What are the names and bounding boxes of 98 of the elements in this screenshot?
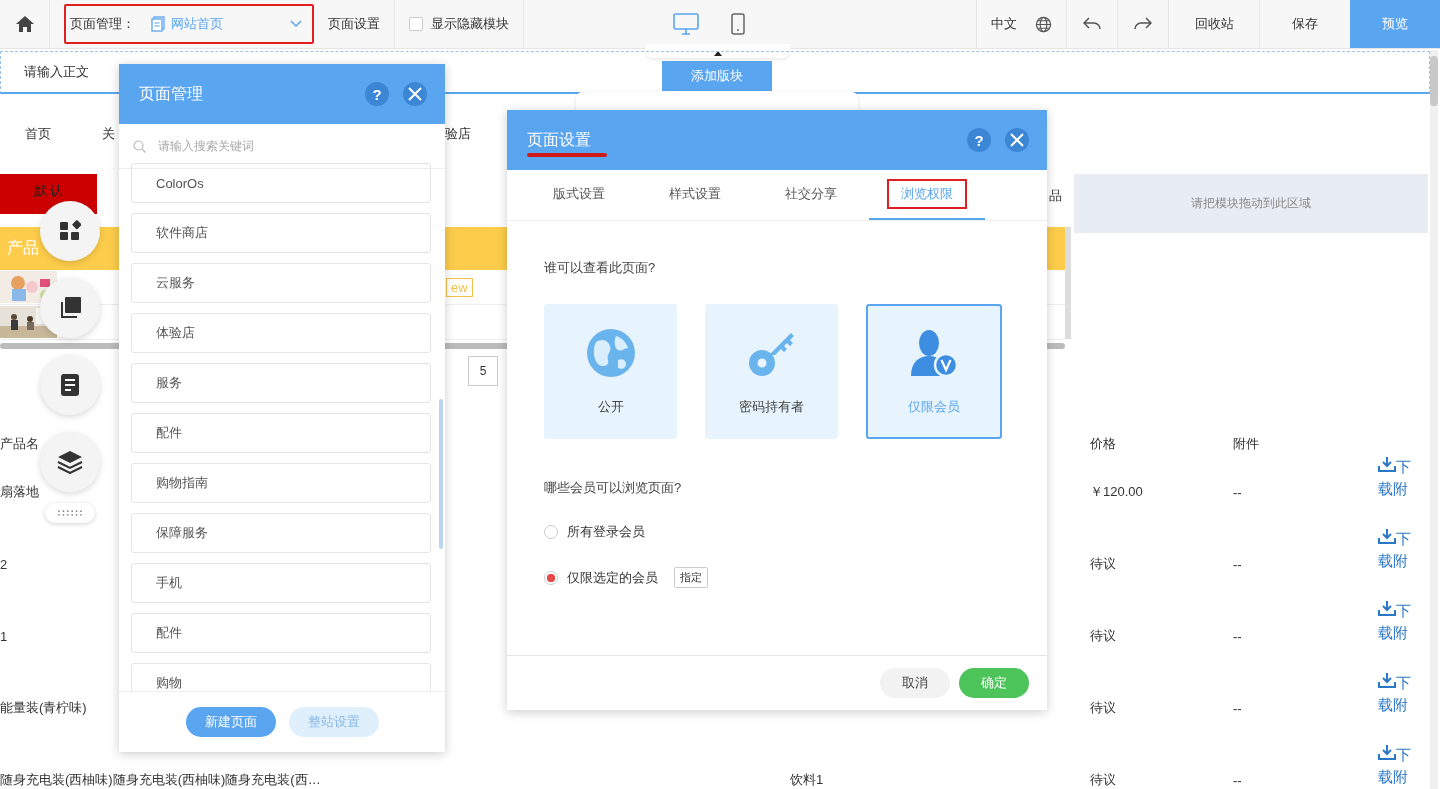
column-header: 附件: [1233, 435, 1259, 451]
page-list-item[interactable]: 云服务: [131, 263, 431, 303]
column-header: 产品名: [0, 435, 39, 451]
member-icon: [909, 327, 959, 378]
table-cell: --: [1233, 484, 1242, 500]
page-list-item[interactable]: 购物指南: [131, 463, 431, 503]
table-cell: 能量装(青柠味): [0, 700, 87, 715]
layers-icon: [57, 450, 83, 474]
table-cell: 1: [0, 628, 8, 644]
banner-title: 产品: [7, 238, 39, 258]
drop-zone-hint: 请把模块拖动到此区域: [1191, 195, 1311, 212]
document-icon: [60, 373, 80, 397]
apps-icon: [59, 220, 81, 242]
page-list-item[interactable]: 体验店: [131, 313, 431, 353]
chevron-icon: [290, 20, 302, 28]
assign-button[interactable]: 指定: [674, 567, 708, 588]
document-button[interactable]: [40, 355, 100, 415]
page-list-item[interactable]: 服务: [131, 363, 431, 403]
globe-icon: [585, 327, 636, 378]
table-cell: 待议: [1090, 556, 1116, 571]
table-cell: --: [1233, 700, 1242, 716]
table-cell: --: [1233, 556, 1242, 572]
page-settings-button[interactable]: 页面设置: [314, 0, 394, 48]
help-button[interactable]: ?: [967, 128, 991, 152]
download-link[interactable]: 下载附: [1378, 744, 1414, 788]
search-field[interactable]: 请输入搜索关键词: [156, 138, 445, 154]
drag-handle[interactable]: [45, 503, 95, 523]
nav-item[interactable]: 关: [102, 125, 115, 143]
cancel-button[interactable]: 取消: [880, 668, 950, 698]
globe-icon[interactable]: [1035, 15, 1052, 33]
column-header: 价格: [1090, 435, 1116, 451]
redo-icon: [1134, 17, 1152, 31]
home-icon: [14, 15, 35, 33]
table-cell: ￥120.00: [1090, 484, 1143, 499]
page-label: 页面管理：: [70, 15, 135, 33]
caret-icon: [713, 51, 722, 56]
table-cell: 待议: [1090, 700, 1116, 715]
access-option-card[interactable]: 密码持有者: [705, 304, 838, 439]
table-cell: 随身充电装(西柚味)随身充电装(西柚味)随身充电装(西…: [0, 772, 321, 787]
body-text-placeholder: 请输入正文: [24, 63, 89, 81]
close-icon: [408, 87, 422, 101]
close-button[interactable]: [1005, 128, 1029, 152]
table-cell: 2: [0, 556, 8, 572]
question-text: 哪些会员可以浏览页面?: [544, 479, 683, 497]
download-link[interactable]: 下载附: [1378, 456, 1414, 500]
page-list-item[interactable]: 配件: [131, 413, 431, 453]
download-icon: [1378, 672, 1396, 688]
download-icon: [1378, 456, 1396, 472]
download-link[interactable]: 下载附: [1378, 600, 1414, 644]
download-icon: [1378, 528, 1396, 544]
tab[interactable]: 社交分享: [753, 170, 869, 220]
help-button[interactable]: ?: [365, 82, 389, 106]
dialog-title: 页面设置: [527, 129, 591, 150]
undo-icon: [1083, 17, 1101, 31]
page-list-item[interactable]: 保障服务: [131, 513, 431, 553]
nav-item[interactable]: 首页: [25, 125, 51, 143]
download-link[interactable]: 下载附: [1378, 528, 1414, 572]
table-cell: 待议: [1090, 628, 1116, 643]
close-icon: [1010, 133, 1024, 147]
page-number-button[interactable]: 5: [468, 356, 498, 386]
page-icon: [151, 16, 165, 32]
table-cell: --: [1233, 628, 1242, 644]
grip-icon: [57, 510, 83, 516]
tab-label[interactable]: 品: [1049, 187, 1062, 205]
list-scrollbar[interactable]: [439, 399, 443, 549]
member-radio[interactable]: 所有登录会员: [544, 523, 645, 541]
page-list-item[interactable]: 购物: [131, 663, 431, 691]
download-icon: [1378, 600, 1396, 616]
new-tag: ew: [446, 277, 473, 297]
page-scrollbar[interactable]: [1430, 50, 1438, 789]
table-cell: --: [1233, 772, 1242, 788]
table-cell: 饮料1: [790, 772, 824, 787]
member-radio[interactable]: 仅限选定的会员: [544, 568, 658, 587]
download-icon: [1378, 744, 1396, 760]
nav-item[interactable]: 验店: [445, 125, 471, 143]
table-cell: 待议: [1090, 772, 1116, 787]
page-list-item[interactable]: 手机: [131, 563, 431, 603]
recycle-bin-button[interactable]: 回收站: [1169, 0, 1259, 48]
page-list-item[interactable]: 软件商店: [131, 213, 431, 253]
access-option-card[interactable]: 公开: [544, 304, 677, 439]
download-link[interactable]: 下载附: [1378, 672, 1414, 716]
save-button[interactable]: 保存: [1260, 0, 1350, 48]
page-list-item[interactable]: 配件: [131, 613, 431, 653]
question-text: 谁可以查看此页面?: [544, 259, 657, 277]
search-icon: [133, 139, 146, 153]
layers-button[interactable]: [40, 432, 100, 492]
monitor-icon: [673, 13, 699, 35]
phone-icon: [731, 13, 745, 35]
language-button[interactable]: 中文: [977, 0, 1031, 48]
page-list-item[interactable]: ColorOs: [131, 163, 431, 203]
show-hidden-checkbox[interactable]: 显示隐藏模块: [395, 15, 523, 33]
vertical-scrollbar[interactable]: [1065, 227, 1071, 339]
table-cell: 扇落地: [0, 484, 39, 499]
copy-button[interactable]: [40, 278, 100, 338]
copy-icon: [58, 296, 82, 320]
tab[interactable]: 版式设置: [521, 170, 637, 220]
close-button[interactable]: [403, 82, 427, 106]
tab[interactable]: 样式设置: [637, 170, 753, 220]
